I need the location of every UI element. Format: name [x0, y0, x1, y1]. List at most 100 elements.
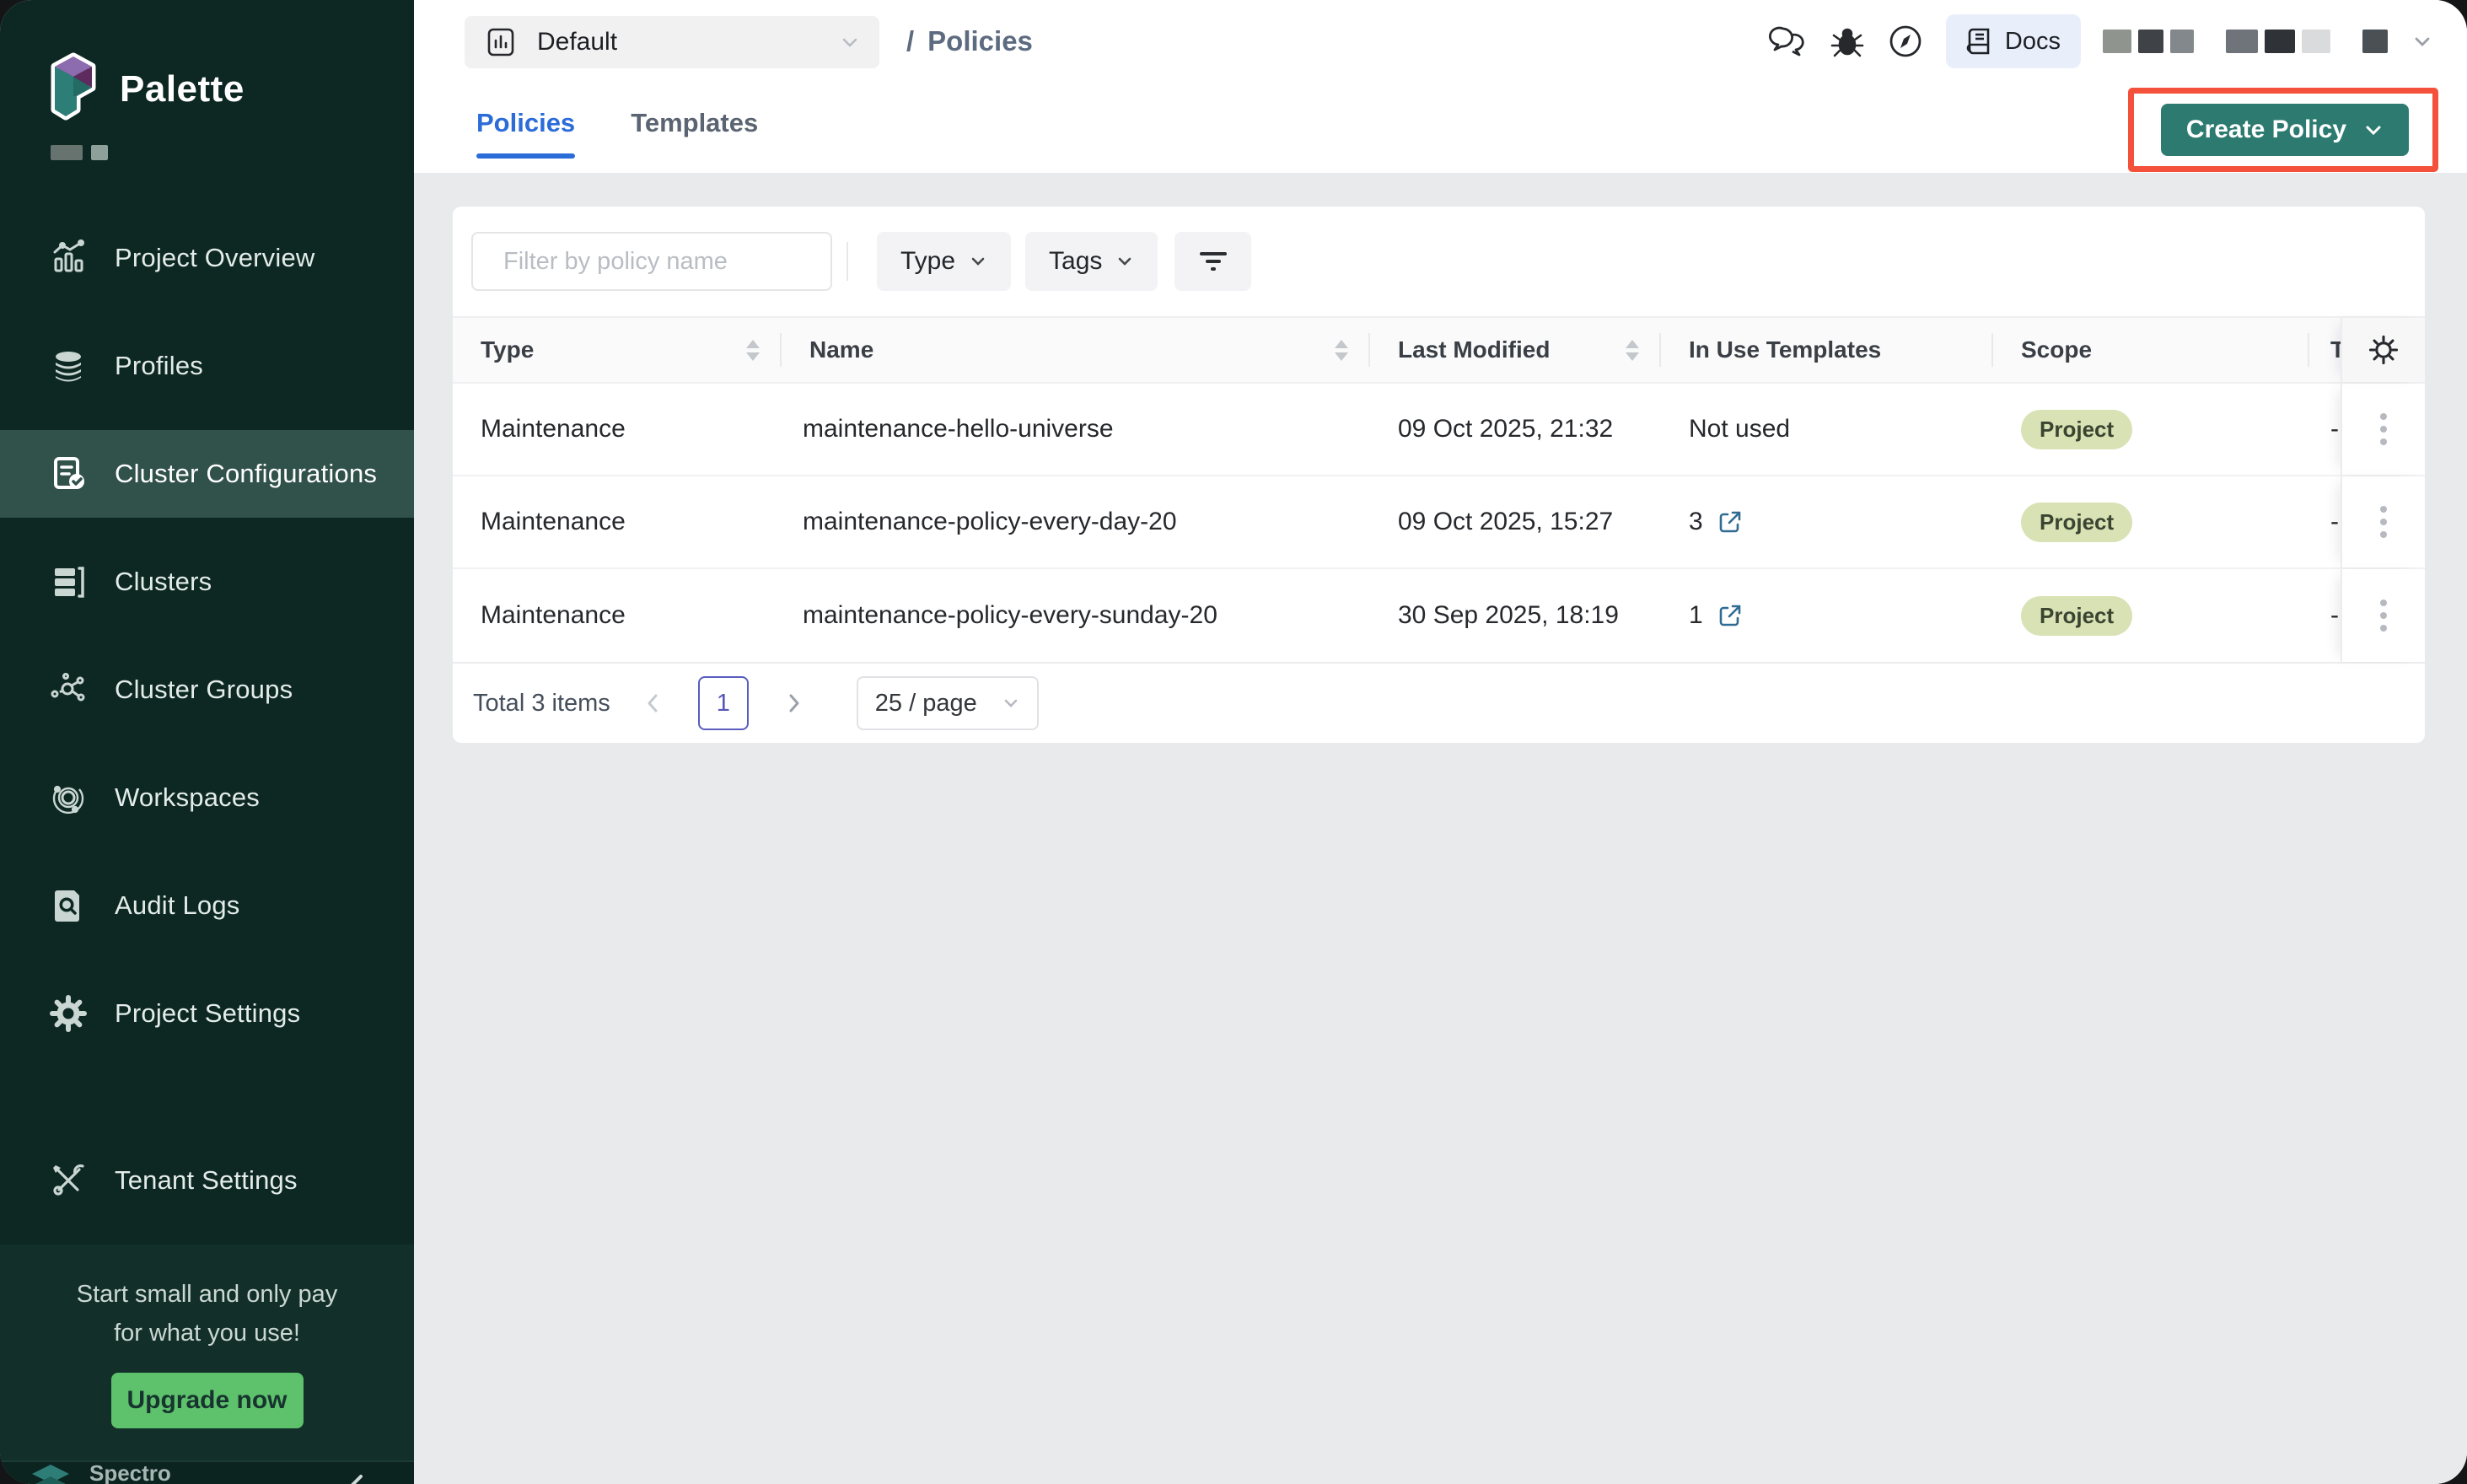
sidebar-item-project-overview[interactable]: Project Overview [0, 214, 414, 302]
feedback-chat-icon[interactable] [1769, 24, 1808, 59]
project-selector[interactable]: Default [465, 16, 879, 68]
brand-version-redacted [0, 126, 414, 160]
policies-table: Type Name [453, 316, 2425, 662]
table-row[interactable]: Maintenance maintenance-policy-every-day… [453, 476, 2425, 569]
redacted-block [51, 145, 83, 160]
chevron-down-icon [1115, 252, 1134, 271]
row-actions [2341, 569, 2425, 662]
cell-name: maintenance-hello-universe [782, 384, 1370, 475]
type-filter-dropdown[interactable]: Type [877, 232, 1011, 291]
doc-check-icon [49, 454, 88, 493]
kebab-menu-icon[interactable] [2372, 405, 2395, 454]
sidebar-item-tenant-settings[interactable]: Tenant Settings [0, 1137, 414, 1224]
kebab-menu-icon[interactable] [2372, 497, 2395, 546]
user-menu-chevron-icon[interactable] [2410, 29, 2435, 54]
server-icon [49, 562, 88, 601]
redacted-block [2226, 30, 2258, 53]
sidebar-item-project-settings[interactable]: Project Settings [0, 970, 414, 1057]
sidebar-nav: Project Overview Profiles [0, 214, 414, 1245]
topbar-actions: Docs [1769, 14, 2435, 68]
tags-filter-dropdown[interactable]: Tags [1025, 232, 1158, 291]
tab-policies[interactable]: Policies [476, 108, 575, 159]
sort-icon[interactable] [1335, 340, 1348, 361]
sort-icon[interactable] [746, 340, 760, 361]
scope-badge: Project [2021, 596, 2132, 636]
table-row[interactable]: Maintenance maintenance-hello-universe 0… [453, 384, 2425, 476]
create-policy-button[interactable]: Create Policy [2161, 104, 2409, 156]
cell-scope: Project [1993, 476, 2309, 567]
bug-report-icon[interactable] [1830, 24, 1865, 59]
project-selector-value: Default [537, 28, 617, 56]
column-header-last-modified[interactable]: Last Modified [1370, 318, 1661, 382]
filter-options-button[interactable] [1174, 232, 1251, 291]
cell-last-modified: 09 Oct 2025, 15:27 [1370, 476, 1661, 567]
pagination-prev-button[interactable] [636, 686, 669, 720]
breadcrumb-separator: / [906, 25, 914, 57]
column-header-type[interactable]: Type [453, 318, 782, 382]
compass-explore-icon[interactable] [1887, 23, 1924, 60]
cell-in-use: 3 [1661, 476, 1993, 567]
bar-chart-icon [49, 239, 88, 277]
gear-icon [49, 994, 88, 1033]
pagination-next-button[interactable] [777, 686, 811, 720]
tools-icon [49, 1161, 88, 1200]
cell-type: Maintenance [453, 569, 782, 662]
policy-search[interactable] [471, 232, 832, 291]
topbar: Default / Policies [414, 0, 2467, 173]
docs-button[interactable]: Docs [1946, 14, 2081, 68]
spectro-cloud-wordmark: Spectro Cloud [89, 1462, 171, 1484]
sort-icon[interactable] [1626, 340, 1639, 361]
redacted-block [2103, 30, 2131, 53]
gear-icon [2366, 332, 2401, 368]
brand: Palette [0, 0, 414, 126]
column-header-name[interactable]: Name [782, 318, 1370, 382]
external-link-icon[interactable] [1717, 508, 1744, 535]
tags-filter-label: Tags [1049, 247, 1102, 276]
docs-button-label: Docs [2005, 28, 2061, 56]
doc-search-icon [49, 886, 88, 925]
app-window: Palette Project Overview [0, 0, 2467, 1484]
sidebar-item-audit-logs[interactable]: Audit Logs [0, 862, 414, 949]
column-header-in-use-templates: In Use Templates [1661, 318, 1993, 382]
cell-clipped: - [2309, 476, 2341, 567]
content-area: Type Tags [414, 173, 2467, 1484]
bar-chart-icon [483, 24, 519, 60]
breadcrumb-current: Policies [927, 25, 1033, 57]
sidebar: Palette Project Overview [0, 0, 414, 1484]
cell-clipped: - [2309, 569, 2341, 662]
table-header-row: Type Name [453, 316, 2425, 384]
upgrade-now-button[interactable]: Upgrade now [111, 1373, 304, 1428]
column-settings-button[interactable] [2341, 318, 2425, 382]
brand-name: Palette [120, 68, 245, 110]
sidebar-item-label: Cluster Configurations [115, 459, 377, 489]
spectro-cloud-logo-icon [30, 1463, 71, 1484]
layers-icon [49, 347, 88, 385]
redacted-gap [2337, 30, 2356, 53]
sidebar-item-workspaces[interactable]: Workspaces [0, 754, 414, 841]
policies-card: Type Tags [453, 207, 2425, 743]
cell-name: maintenance-policy-every-day-20 [782, 476, 1370, 567]
search-input[interactable] [503, 248, 821, 276]
sidebar-item-cluster-configurations[interactable]: Cluster Configurations [0, 430, 414, 518]
sidebar-item-clusters[interactable]: Clusters [0, 538, 414, 626]
table-row[interactable]: Maintenance maintenance-policy-every-sun… [453, 569, 2425, 662]
page-size-select[interactable]: 25 / page [857, 676, 1039, 730]
tab-templates[interactable]: Templates [631, 108, 758, 159]
pagination-page-1[interactable]: 1 [698, 676, 749, 730]
redacted-block [2138, 30, 2163, 53]
scope-badge: Project [2021, 503, 2132, 542]
breadcrumb: / Policies [906, 25, 1033, 57]
redacted-block [2362, 30, 2388, 53]
sidebar-item-cluster-groups[interactable]: Cluster Groups [0, 646, 414, 734]
external-link-icon[interactable] [1717, 602, 1744, 629]
page-size-value: 25 / page [875, 690, 977, 718]
chevron-down-icon [839, 31, 861, 53]
sidebar-collapse-button[interactable] [345, 1471, 368, 1484]
pagination: Total 3 items 1 25 / page [453, 662, 2425, 743]
cell-scope: Project [1993, 569, 2309, 662]
redacted-block [2302, 30, 2330, 53]
cell-last-modified: 30 Sep 2025, 18:19 [1370, 569, 1661, 662]
sidebar-item-profiles[interactable]: Profiles [0, 322, 414, 410]
kebab-menu-icon[interactable] [2372, 591, 2395, 640]
orbit-icon [49, 778, 88, 817]
